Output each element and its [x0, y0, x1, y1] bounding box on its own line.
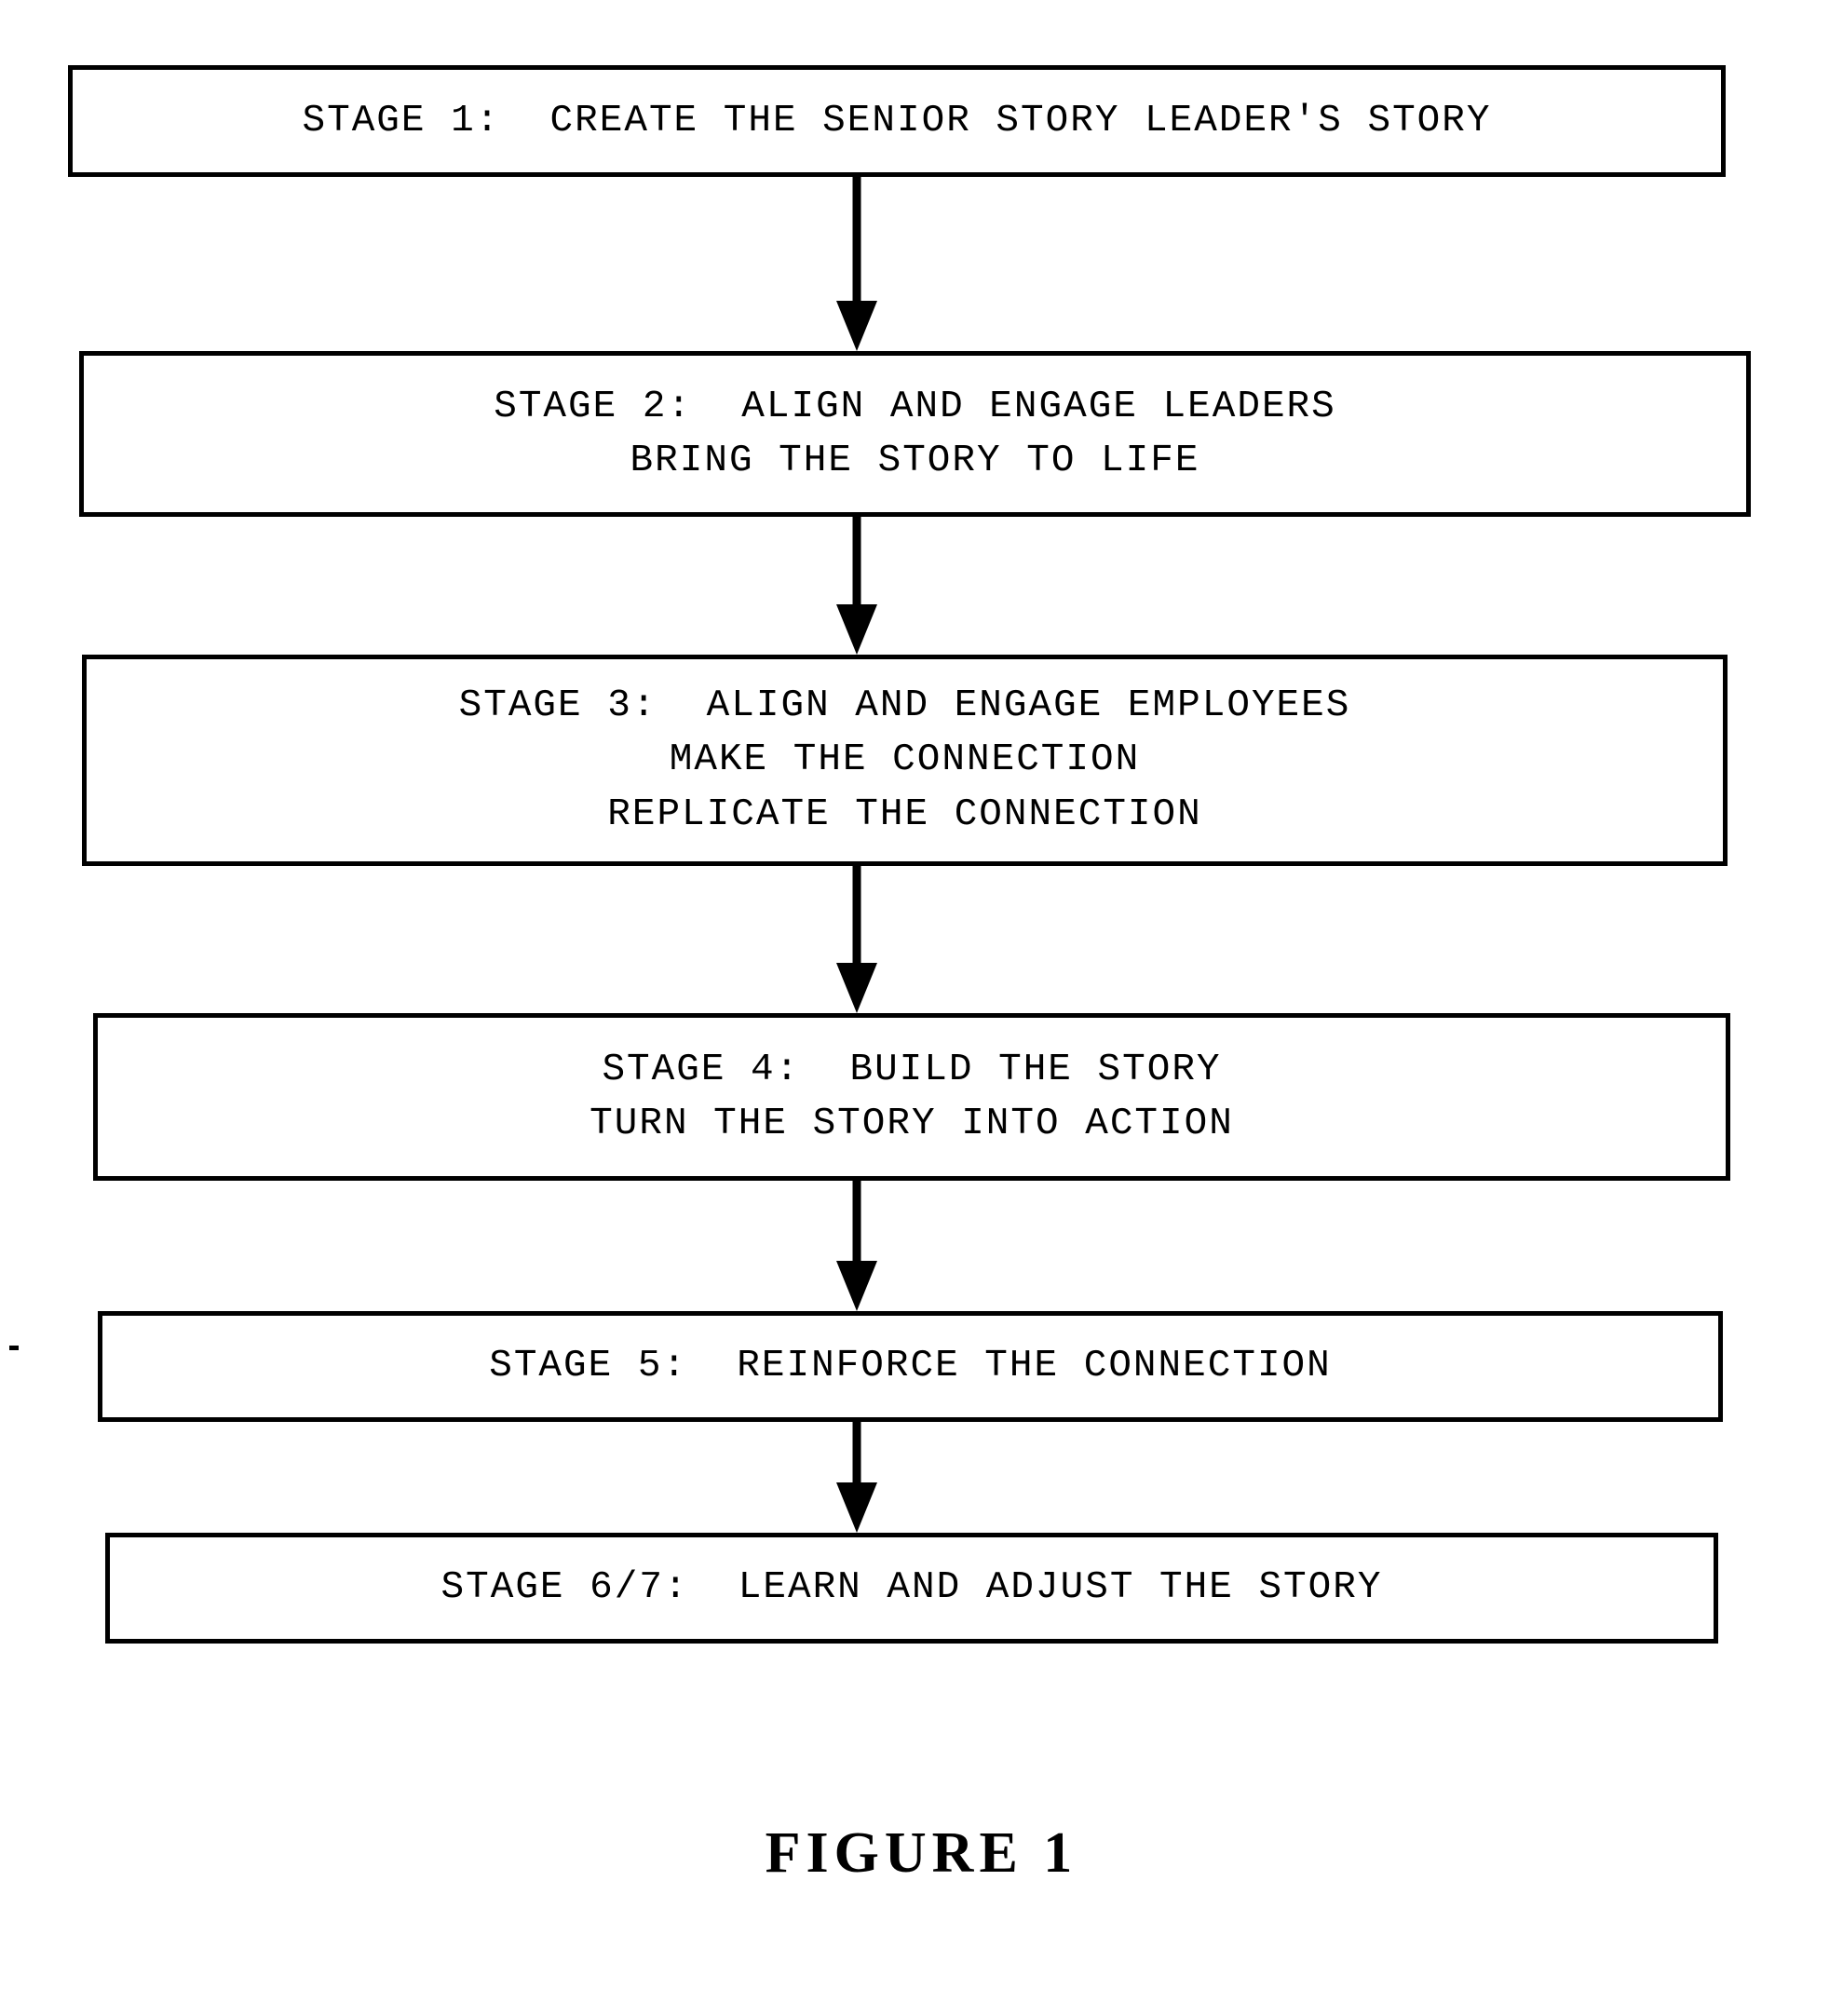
figure-caption: FIGURE 1 — [765, 1821, 1078, 1885]
arrow-stem — [852, 517, 861, 604]
stage-5-line-1: STAGE 5: REINFORCE THE CONNECTION — [489, 1345, 1332, 1388]
arrow-head-icon — [836, 301, 877, 351]
stage-3-line-3: REPLICATE THE CONNECTION — [607, 792, 1202, 836]
stage-3-line-2: MAKE THE CONNECTION — [669, 738, 1141, 782]
arrow-stage-3-to-stage-4 — [836, 866, 877, 1013]
stage-3-box[interactable]: STAGE 3: ALIGN AND ENGAGE EMPLOYEES MAKE… — [82, 655, 1728, 866]
stage-6-line-1: STAGE 6/7: LEARN AND ADJUST THE STORY — [440, 1566, 1383, 1610]
arrow-head-icon — [836, 1482, 877, 1533]
scan-artifact-speck — [9, 1346, 19, 1350]
stage-2-line-2: BRING THE STORY TO LIFE — [630, 440, 1200, 482]
arrow-stem — [852, 866, 861, 963]
arrow-stage-1-to-stage-2 — [836, 177, 877, 351]
stage-2-box[interactable]: STAGE 2: ALIGN AND ENGAGE LEADERS BRING … — [79, 351, 1751, 517]
arrow-stage-2-to-stage-3 — [836, 517, 877, 655]
stage-2-line-1: STAGE 2: ALIGN AND ENGAGE LEADERS — [494, 385, 1336, 428]
stage-1-box[interactable]: STAGE 1: CREATE THE SENIOR STORY LEADER'… — [68, 65, 1726, 177]
arrow-stem — [852, 1422, 861, 1482]
arrow-head-icon — [836, 604, 877, 655]
stage-3-line-1: STAGE 3: ALIGN AND ENGAGE EMPLOYEES — [458, 684, 1351, 728]
stage-4-line-1: STAGE 4: BUILD THE STORY — [602, 1048, 1222, 1091]
stage-4-box[interactable]: STAGE 4: BUILD THE STORY TURN THE STORY … — [93, 1013, 1730, 1181]
arrow-head-icon — [836, 963, 877, 1013]
arrow-stem — [852, 177, 861, 301]
stage-6-box[interactable]: STAGE 6/7: LEARN AND ADJUST THE STORY — [105, 1533, 1718, 1644]
arrow-head-icon — [836, 1261, 877, 1311]
arrow-stage-5-to-stage-6 — [836, 1422, 877, 1533]
arrow-stem — [852, 1181, 861, 1261]
figure-page: STAGE 1: CREATE THE SENIOR STORY LEADER'… — [0, 0, 1843, 2016]
stage-5-box[interactable]: STAGE 5: REINFORCE THE CONNECTION — [98, 1311, 1723, 1422]
stage-4-line-2: TURN THE STORY INTO ACTION — [589, 1103, 1234, 1145]
stage-1-line-1: STAGE 1: CREATE THE SENIOR STORY LEADER'… — [302, 99, 1492, 142]
arrow-stage-4-to-stage-5 — [836, 1181, 877, 1311]
